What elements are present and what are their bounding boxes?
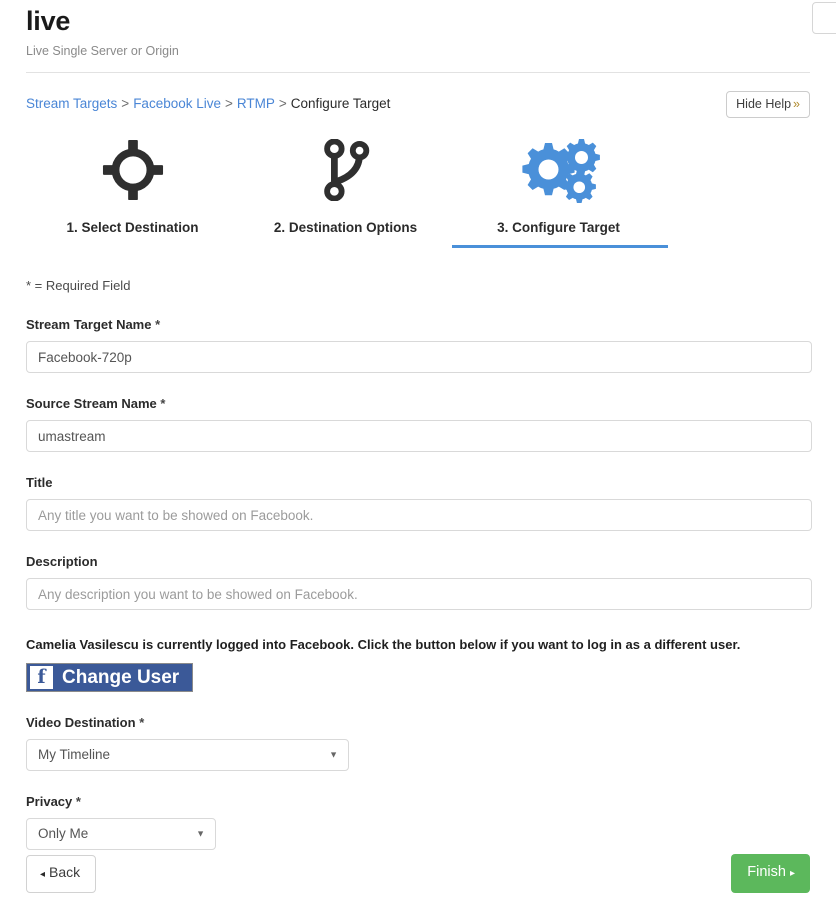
- hide-help-label: Hide Help: [736, 96, 792, 111]
- required-marker: *: [139, 715, 145, 730]
- change-user-label: Change User: [62, 667, 180, 688]
- description-label: Description: [26, 554, 98, 569]
- wizard-step-label: 1. Select Destination: [66, 220, 199, 235]
- required-field-note: * = Required Field: [26, 278, 131, 293]
- description-input[interactable]: [26, 578, 812, 610]
- stream-target-name-label: Stream Target Name *: [26, 317, 161, 332]
- wizard-step-label: 3. Configure Target: [497, 220, 620, 235]
- breadcrumb-separator: >: [278, 96, 287, 111]
- wizard-steps: 1. Select Destination 2. Destination Opt…: [0, 135, 836, 248]
- gears-icon: [452, 135, 665, 205]
- video-destination-label: Video Destination *: [26, 715, 145, 730]
- stream-target-name-input[interactable]: [26, 341, 812, 373]
- back-button[interactable]: ◂ Back: [26, 854, 97, 893]
- wizard-step-destination-options[interactable]: 2. Destination Options: [239, 135, 452, 248]
- code-branch-icon: [239, 135, 452, 205]
- wizard-step-label: 2. Destination Options: [273, 220, 418, 235]
- required-marker: *: [75, 794, 81, 809]
- field-video-destination: Video Destination * My Timeline ▼: [26, 715, 810, 771]
- finish-label: Finish: [747, 864, 786, 880]
- breadcrumb-item-rtmp[interactable]: RTMP: [237, 96, 275, 111]
- field-source-stream-name: Source Stream Name *: [26, 396, 812, 452]
- page-subtitle: Live Single Server or Origin: [26, 44, 179, 58]
- wizard-footer: ◂ Back Finish ▸: [0, 854, 836, 913]
- breadcrumb-item-configure-target: Configure Target: [290, 96, 391, 111]
- active-step-indicator: [452, 245, 668, 248]
- page-header: live Live Single Server or Origin: [0, 0, 836, 73]
- title-label: Title: [26, 475, 53, 490]
- breadcrumb-separator: >: [121, 96, 130, 111]
- wizard-step-select-destination[interactable]: 1. Select Destination: [26, 135, 239, 248]
- breadcrumb-item-stream-targets[interactable]: Stream Targets: [26, 96, 117, 111]
- triangle-right-icon: ▸: [789, 868, 795, 879]
- back-label: Back: [49, 863, 81, 880]
- header-divider: [26, 72, 810, 73]
- page-title: live: [26, 6, 71, 36]
- breadcrumb: Stream Targets > Facebook Live > RTMP > Config…: [26, 94, 390, 114]
- crosshair-target-icon: [26, 135, 239, 205]
- privacy-select[interactable]: Only Me: [26, 818, 216, 850]
- hide-help-button[interactable]: Hide Help»: [726, 90, 810, 118]
- video-destination-select[interactable]: My Timeline: [26, 739, 349, 771]
- field-stream-target-name: Stream Target Name *: [26, 317, 812, 373]
- finish-button[interactable]: Finish ▸: [731, 854, 810, 893]
- privacy-select-wrap: Only Me ▼: [26, 818, 216, 850]
- change-user-button[interactable]: f Change User: [26, 663, 194, 692]
- double-chevron-right-icon: »: [793, 96, 800, 111]
- breadcrumb-row: Stream Targets > Facebook Live > RTMP > Config…: [0, 90, 836, 118]
- wizard-step-configure-target[interactable]: 3. Configure Target: [452, 135, 668, 248]
- required-marker: *: [155, 317, 161, 332]
- facebook-login-note: Camelia Vasilescu is currently logged in…: [26, 637, 741, 652]
- field-description: Description: [26, 554, 812, 610]
- privacy-label: Privacy *: [26, 794, 81, 809]
- field-title: Title: [26, 475, 812, 531]
- source-stream-name-label: Source Stream Name *: [26, 396, 166, 411]
- facebook-logo-icon: f: [30, 666, 53, 689]
- top-right-panel-toggle[interactable]: [812, 2, 836, 34]
- title-input[interactable]: [26, 499, 812, 531]
- breadcrumb-item-facebook-live[interactable]: Facebook Live: [133, 96, 221, 111]
- source-stream-name-input[interactable]: [26, 420, 812, 452]
- breadcrumb-separator: >: [225, 96, 233, 111]
- triangle-left-icon: ◂: [40, 868, 46, 880]
- required-marker: *: [160, 396, 166, 411]
- field-privacy: Privacy * Only Me ▼: [26, 794, 810, 850]
- configure-target-form: * = Required Field Stream Target Name * …: [0, 278, 836, 850]
- configure-target-page: live Live Single Server or Origin Stream…: [0, 0, 836, 913]
- video-destination-select-wrap: My Timeline ▼: [26, 739, 349, 771]
